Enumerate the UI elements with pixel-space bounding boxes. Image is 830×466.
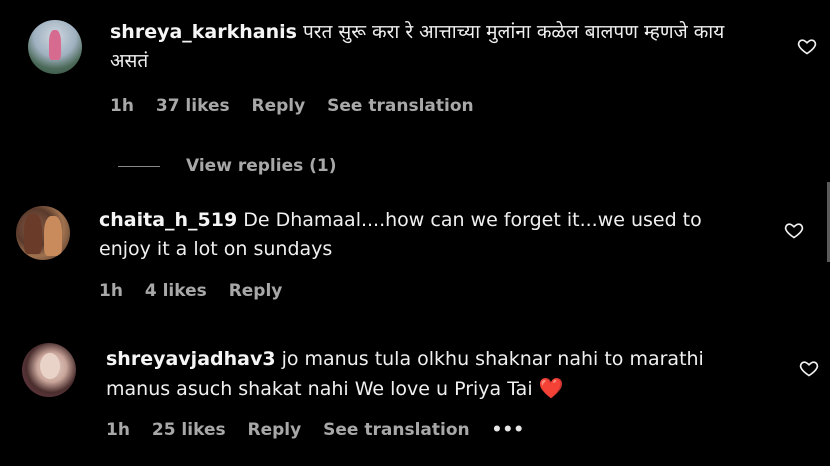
comment-username[interactable]: shreyavjadhav3 <box>106 348 276 370</box>
reply-button[interactable]: Reply <box>229 281 283 301</box>
comment-likes[interactable]: 4 likes <box>145 281 207 301</box>
comment-meta: 1h 25 likes Reply See translation ••• <box>106 420 540 440</box>
comment-time: 1h <box>110 96 134 116</box>
avatar[interactable] <box>28 20 82 74</box>
comment-text: shreya_karkhanis परत सुरू करा रे आत्ताच्य… <box>110 18 760 76</box>
view-replies-label: View replies (1) <box>186 156 337 176</box>
comment-time: 1h <box>99 281 123 301</box>
comment-likes[interactable]: 25 likes <box>152 420 226 440</box>
comment-username[interactable]: chaita_h_519 <box>99 209 237 231</box>
reply-button[interactable]: Reply <box>252 96 306 116</box>
like-heart-icon[interactable] <box>797 36 817 56</box>
comment-time: 1h <box>106 420 130 440</box>
comment-meta: 1h 37 likes Reply See translation <box>110 96 490 116</box>
comment-meta: 1h 4 likes Reply <box>99 281 298 301</box>
comment-likes[interactable]: 37 likes <box>156 96 230 116</box>
see-translation-button[interactable]: See translation <box>323 420 469 440</box>
comment-text: chaita_h_519 De Dhamaal....how can we for… <box>99 206 759 264</box>
see-translation-button[interactable]: See translation <box>327 96 473 116</box>
comment-username[interactable]: shreya_karkhanis <box>110 21 297 43</box>
like-heart-icon[interactable] <box>784 220 804 240</box>
like-heart-icon[interactable] <box>799 358 819 378</box>
comment-text: shreyavjadhav3 jo manus tula olkhu shakna… <box>106 345 766 404</box>
avatar[interactable] <box>22 343 76 397</box>
more-options-icon[interactable]: ••• <box>492 420 525 440</box>
reply-button[interactable]: Reply <box>248 420 302 440</box>
avatar[interactable] <box>16 206 70 260</box>
red-heart-emoji: ❤️ <box>538 376 564 400</box>
view-replies-button[interactable]: View replies (1) <box>118 156 337 176</box>
replies-divider <box>118 165 160 167</box>
